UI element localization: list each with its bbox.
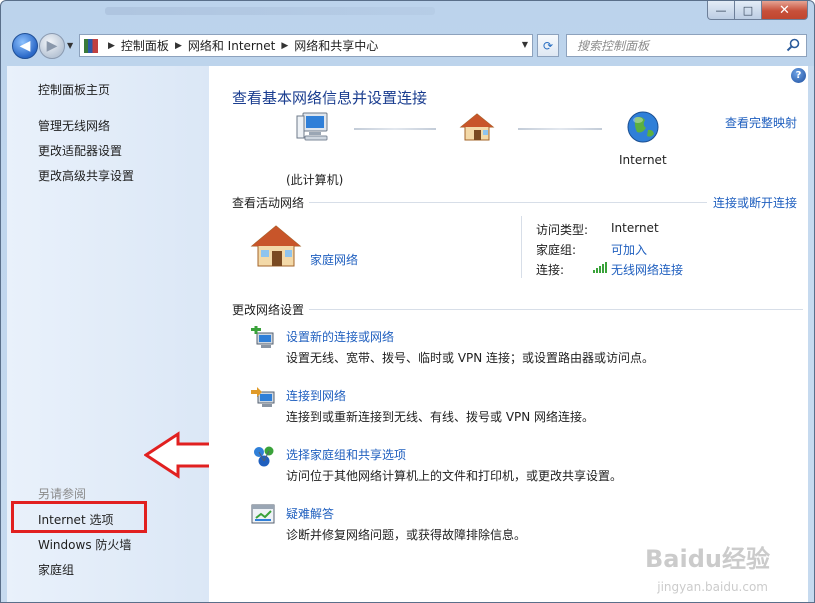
connect-to-network-desc: 连接到或重新连接到无线、有线、拨号或 VPN 网络连接。 [286, 410, 595, 424]
troubleshoot-desc: 诊断并修复网络问题，或获得故障排除信息。 [286, 528, 527, 542]
troubleshoot-link[interactable]: 疑难解答 [286, 505, 334, 522]
active-networks-title: 查看活动网络 [232, 196, 305, 210]
recent-pages-dropdown[interactable]: ▼ [67, 41, 73, 50]
title-bar: — □ ✕ [1, 1, 814, 29]
minimize-button[interactable]: — [707, 1, 735, 20]
main-content: ? 查看基本网络信息并设置连接 查看完整映射 (此计算机) Internet 查… [209, 66, 810, 602]
blurred-title-area [105, 7, 435, 15]
chevron-right-icon[interactable]: ▶ [108, 41, 115, 51]
access-type-label: 访问类型: [536, 223, 589, 237]
watermark-url: jingyan.baidu.com [657, 580, 768, 594]
breadcrumb-network-sharing-center[interactable]: 网络和共享中心 [294, 37, 378, 54]
vertical-divider [521, 216, 522, 278]
window-right-border [808, 66, 814, 602]
access-type-value: Internet [611, 221, 659, 235]
watermark-brand: Baidu经验 [645, 545, 770, 573]
homegroup-link[interactable]: 可加入 [611, 241, 647, 258]
wifi-signal-icon [593, 262, 607, 273]
connection-label: 连接: [536, 263, 565, 277]
this-computer-label: (此计算机) [286, 173, 344, 187]
homegroup-sharing-link[interactable]: 选择家庭组和共享选项 [286, 446, 406, 463]
internet-label: Internet [619, 153, 667, 167]
map-connection-line [354, 128, 436, 130]
troubleshoot-icon [251, 504, 275, 524]
sidebar-item-adapter-settings[interactable]: 更改适配器设置 [38, 142, 122, 159]
new-connection-icon [251, 326, 274, 348]
home-network-icon [459, 113, 495, 141]
breadcrumb-network-internet[interactable]: 网络和 Internet [188, 37, 275, 54]
close-button[interactable]: ✕ [762, 1, 808, 20]
connect-disconnect-link[interactable]: 连接或断开连接 [713, 194, 797, 211]
search-input[interactable] [575, 37, 779, 54]
connect-to-network-icon [251, 387, 275, 407]
page-title: 查看基本网络信息并设置连接 [232, 89, 428, 107]
sidebar-item-manage-wireless[interactable]: 管理无线网络 [38, 117, 110, 134]
forward-button[interactable]: ▶ [39, 33, 65, 59]
chevron-right-icon[interactable]: ▶ [175, 41, 182, 51]
back-button[interactable]: ◀ [12, 33, 38, 59]
chevron-right-icon[interactable]: ▶ [281, 41, 288, 51]
homegroup-sharing-desc: 访问位于其他网络计算机上的文件和打印机，或更改共享设置。 [286, 469, 623, 483]
globe-icon [627, 111, 659, 143]
search-box[interactable] [566, 34, 807, 57]
control-panel-icon [84, 38, 98, 53]
help-icon[interactable]: ? [791, 68, 806, 83]
connect-to-network-link[interactable]: 连接到网络 [286, 387, 346, 404]
view-full-map-link[interactable]: 查看完整映射 [725, 114, 797, 131]
see-also-windows-firewall[interactable]: Windows 防火墙 [38, 536, 131, 553]
address-bar[interactable]: ▶ 控制面板 ▶ 网络和 Internet ▶ 网络和共享中心 ▼ [79, 34, 533, 57]
map-connection-line [518, 128, 602, 130]
navigation-bar: ◀ ▶ ▼ ▶ 控制面板 ▶ 网络和 Internet ▶ 网络和共享中心 ▼ … [1, 31, 814, 63]
setup-connection-desc: 设置无线、宽带、拨号、临时或 VPN 连接；或设置路由器或访问点。 [286, 351, 655, 365]
see-also-title: 另请参阅 [38, 487, 87, 501]
refresh-icon: ⟳ [542, 38, 554, 53]
section-divider [309, 202, 707, 203]
window-controls: — □ ✕ [707, 1, 808, 21]
arrow-left-icon: ◀ [19, 38, 31, 54]
arrow-right-icon: ▶ [46, 38, 58, 54]
change-settings-title: 更改网络设置 [232, 303, 305, 317]
home-network-large-icon [250, 225, 302, 267]
refresh-button[interactable]: ⟳ [537, 34, 559, 57]
window: — □ ✕ ◀ ▶ ▼ ▶ 控制面板 ▶ 网络和 Internet ▶ 网络和共… [0, 0, 815, 603]
section-divider [309, 309, 803, 310]
setup-connection-link[interactable]: 设置新的连接或网络 [286, 328, 394, 345]
wireless-connection-link[interactable]: 无线网络连接 [611, 261, 683, 278]
search-icon[interactable] [786, 38, 800, 52]
address-dropdown-icon[interactable]: ▼ [522, 40, 528, 49]
sidebar-item-control-panel-home[interactable]: 控制面板主页 [38, 81, 110, 98]
homegroup-label: 家庭组: [536, 243, 577, 257]
computer-icon [296, 112, 328, 141]
homegroup-sharing-icon [254, 446, 274, 467]
breadcrumb-control-panel[interactable]: 控制面板 [121, 37, 169, 54]
sidebar-item-advanced-sharing[interactable]: 更改高级共享设置 [38, 167, 134, 184]
maximize-button[interactable]: □ [735, 1, 762, 20]
home-network-link[interactable]: 家庭网络 [310, 251, 358, 268]
see-also-internet-options[interactable]: Internet 选项 [38, 511, 113, 528]
left-navigation-pane: 控制面板主页 管理无线网络 更改适配器设置 更改高级共享设置 另请参阅 Inte… [7, 66, 209, 602]
see-also-homegroup[interactable]: 家庭组 [38, 561, 74, 578]
